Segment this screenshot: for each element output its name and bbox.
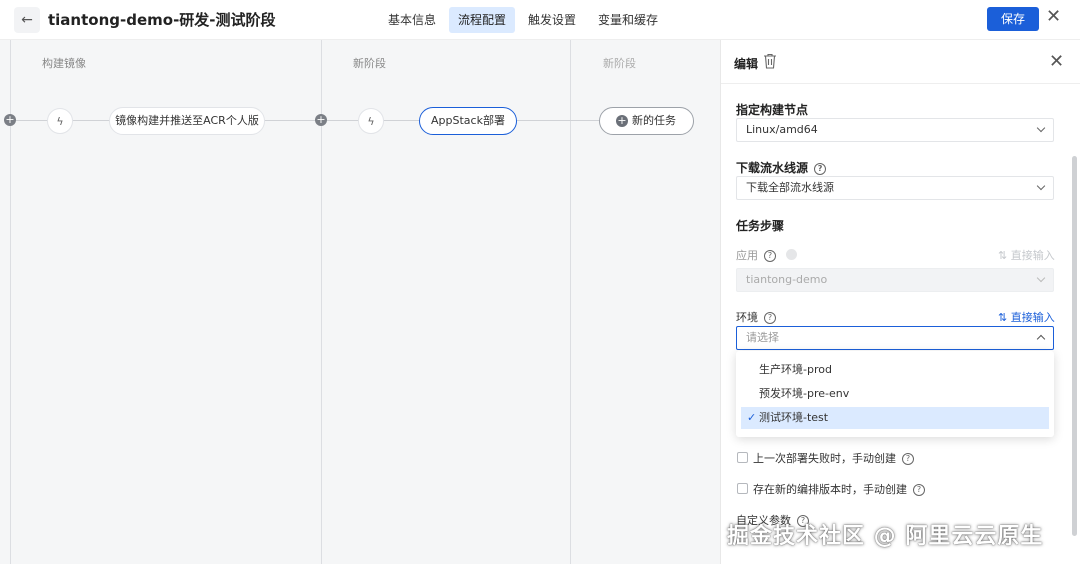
tab-variables-cache[interactable]: 变量和缓存 <box>589 7 667 33</box>
build-node-value: Linux/amd64 <box>746 123 818 136</box>
env-option-prod[interactable]: 生产环境-prod <box>741 359 1049 381</box>
app-label-text: 应用 <box>736 249 758 262</box>
top-tabs: 基本信息 流程配置 触发设置 变量和缓存 <box>379 7 671 33</box>
help-icon[interactable]: ? <box>814 163 827 175</box>
watermark: 掘金技术社区 @ 阿里云云原生 <box>727 524 1044 549</box>
checkbox-new-version[interactable] <box>737 483 748 494</box>
panel-scrollbar[interactable] <box>1072 156 1077 536</box>
tab-basic-info[interactable]: 基本信息 <box>379 7 445 33</box>
add-stage-icon[interactable]: + <box>315 114 327 126</box>
env-option-test-label: 测试环境-test <box>759 411 829 424</box>
build-node-select[interactable]: Linux/amd64 <box>736 118 1054 142</box>
task-steps-label: 任务步骤 <box>736 219 785 233</box>
connector-line <box>514 120 604 121</box>
build-node-label: 指定构建节点 <box>736 103 809 117</box>
trash-icon[interactable] <box>763 53 777 69</box>
help-icon[interactable]: ? <box>902 453 914 465</box>
new-task-label: 新的任务 <box>632 114 676 127</box>
job-build-push-acr[interactable]: 镜像构建并推送至ACR个人版 <box>109 107 265 135</box>
add-stage-icon[interactable]: + <box>4 114 16 126</box>
chevron-down-icon <box>1036 181 1046 191</box>
job-appstack-deploy[interactable]: AppStack部署 <box>419 107 517 135</box>
connector-line <box>262 120 422 121</box>
loading-icon <box>785 249 797 260</box>
stage-title[interactable]: 新阶段 <box>353 55 386 71</box>
stage-title[interactable]: 新阶段 <box>603 55 636 71</box>
panel-header: 编辑 ✕ <box>721 40 1080 84</box>
env-label-text: 环境 <box>736 311 758 324</box>
save-button[interactable]: 保存 <box>987 7 1039 31</box>
env-direct-input-text: 直接输入 <box>1010 311 1055 324</box>
chevron-down-icon <box>1036 273 1046 283</box>
top-bar: ← tiantong-demo-研发-测试阶段 基本信息 流程配置 触发设置 变… <box>0 0 1080 40</box>
check-icon: ✓ <box>747 411 757 424</box>
download-source-label: 下载流水线源? <box>736 159 827 176</box>
checkbox-deploy-failed[interactable] <box>737 452 748 463</box>
tab-trigger-settings[interactable]: 触发设置 <box>519 7 585 33</box>
checkbox-new-version-text: 存在新的编排版本时，手动创建 <box>753 483 907 496</box>
env-option-test[interactable]: ✓ 测试环境-test <box>741 407 1049 429</box>
edit-panel: 编辑 ✕ 指定构建节点 Linux/amd64 下载流水线源? 下载全部流水线源… <box>720 40 1080 564</box>
help-icon[interactable]: ? <box>913 484 925 496</box>
help-icon[interactable]: ? <box>764 312 776 324</box>
checkbox-deploy-failed-text: 上一次部署失败时，手动创建 <box>753 452 896 465</box>
env-direct-input-link[interactable]: ⇅ 直接输入 <box>998 309 1055 325</box>
app-direct-input-link[interactable]: ⇅ 直接输入 <box>998 247 1055 263</box>
app-value: tiantong-demo <box>746 273 828 286</box>
close-icon[interactable]: ✕ <box>1046 6 1061 27</box>
close-icon[interactable]: ✕ <box>1049 51 1064 72</box>
app-select[interactable]: tiantong-demo <box>736 268 1054 292</box>
app-label: 应用? <box>736 247 797 263</box>
help-icon[interactable]: ? <box>764 250 776 262</box>
chevron-up-icon <box>1036 334 1046 344</box>
checkbox-new-version-label: 存在新的编排版本时，手动创建? <box>753 481 925 497</box>
env-label: 环境? <box>736 309 776 325</box>
lightning-icon[interactable]: ϟ <box>358 108 384 134</box>
panel-title: 编辑 <box>734 57 759 71</box>
stage-title[interactable]: 构建镜像 <box>42 55 86 71</box>
env-placeholder: 请选择 <box>746 331 779 344</box>
env-select[interactable]: 请选择 <box>736 326 1054 350</box>
env-option-pre-env[interactable]: 预发环境-pre-env <box>741 383 1049 405</box>
page-title: tiantong-demo-研发-测试阶段 <box>48 11 276 29</box>
chevron-down-icon <box>1036 123 1046 133</box>
new-task-button[interactable]: + 新的任务 <box>599 107 694 135</box>
checkbox-deploy-failed-label: 上一次部署失败时，手动创建? <box>753 450 914 466</box>
download-source-select[interactable]: 下载全部流水线源 <box>736 176 1054 200</box>
arrow-left-icon: ← <box>21 12 33 28</box>
back-button[interactable]: ← <box>14 7 40 33</box>
lightning-icon[interactable]: ϟ <box>47 108 73 134</box>
plus-circle-icon: + <box>616 114 628 127</box>
tab-process-config[interactable]: 流程配置 <box>449 7 516 33</box>
download-source-label-text: 下载流水线源 <box>736 161 809 175</box>
env-dropdown: 生产环境-prod 预发环境-pre-env ✓ 测试环境-test <box>736 351 1054 437</box>
download-source-value: 下载全部流水线源 <box>746 181 834 194</box>
pipeline-canvas: 构建镜像 新阶段 新阶段 + ϟ 镜像构建并推送至ACR个人版 + ϟ AppS… <box>0 40 720 564</box>
app-direct-input-text: 直接输入 <box>1010 249 1055 262</box>
